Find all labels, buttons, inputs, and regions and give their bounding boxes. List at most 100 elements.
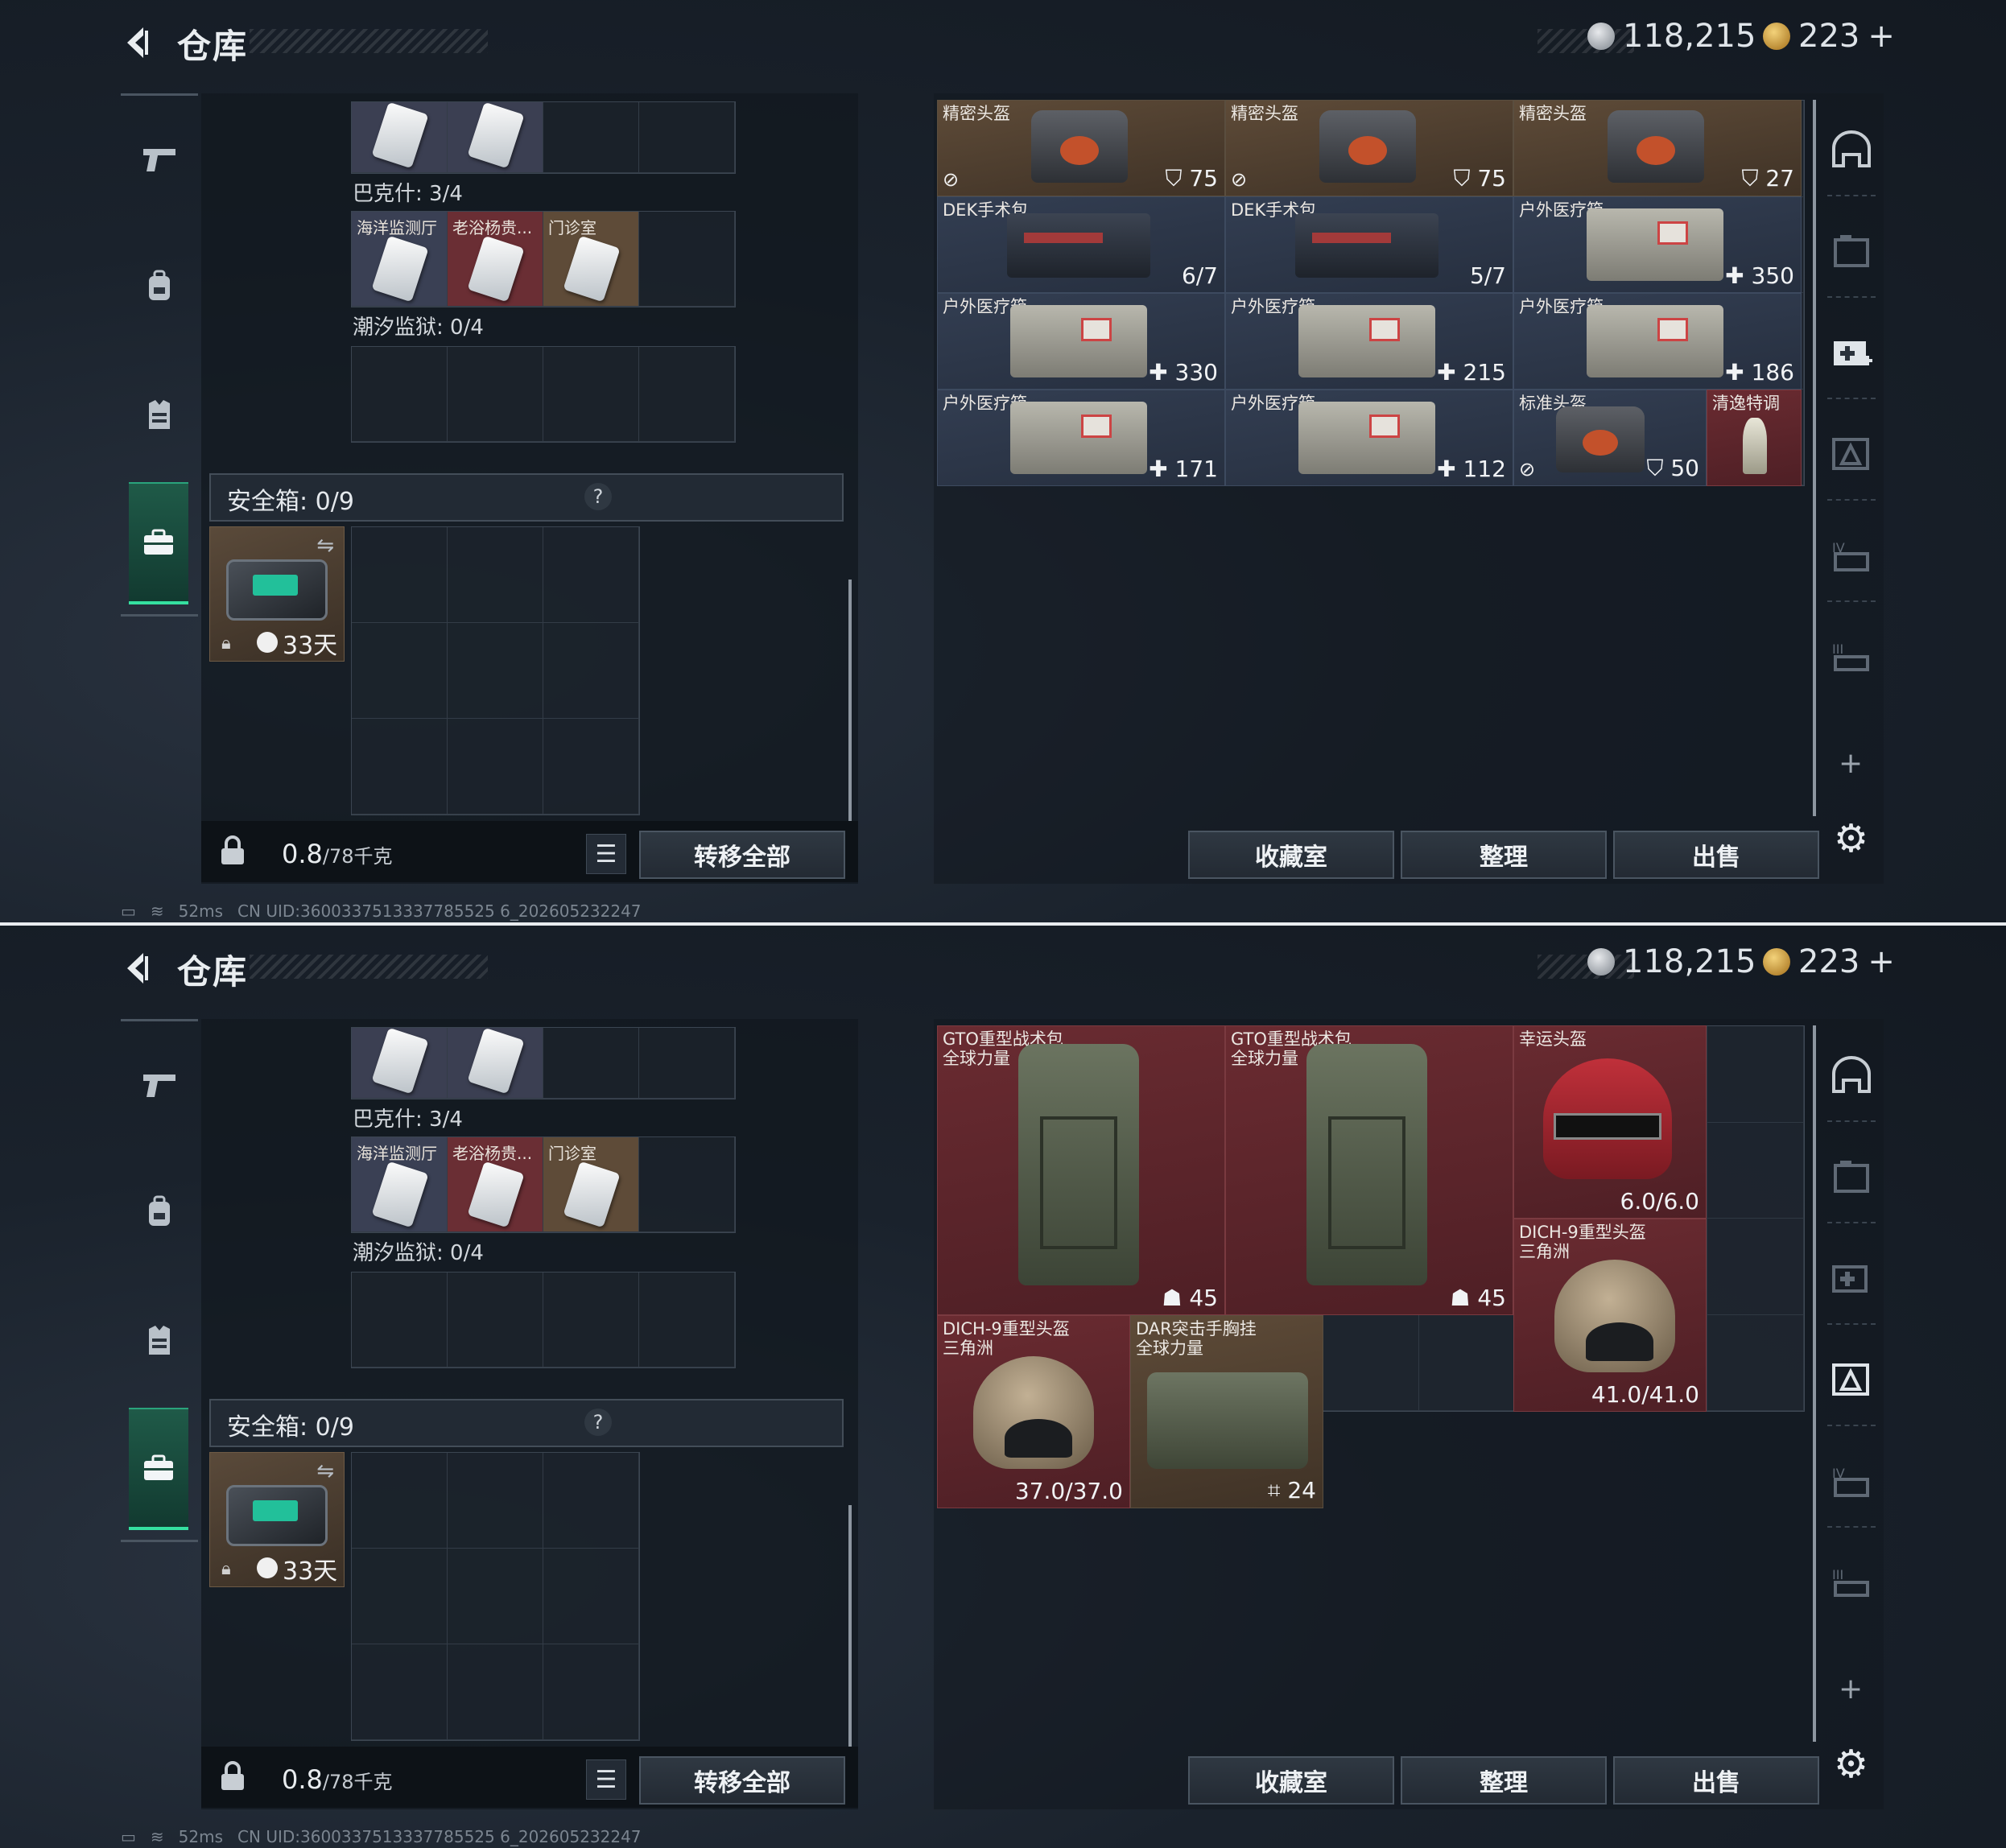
slot-medical[interactable] [1819, 1238, 1884, 1318]
nav-safebox[interactable] [129, 482, 188, 604]
slot-triangle[interactable] [1819, 414, 1884, 494]
empty-slot[interactable] [352, 1549, 448, 1644]
empty-slot[interactable] [639, 102, 735, 173]
add-gold-icon[interactable]: + [1868, 943, 1895, 980]
sell-button[interactable]: 出售 [1613, 831, 1819, 879]
nav-weapons[interactable] [121, 1046, 198, 1126]
keycard-item[interactable]: 海洋监测厅 [352, 1137, 448, 1232]
keycard-slot[interactable] [448, 101, 543, 173]
stash-cell[interactable] [1707, 1026, 1804, 1123]
empty-slot[interactable] [543, 1028, 639, 1099]
plus-icon[interactable]: + [1839, 747, 1863, 780]
empty-slot[interactable] [543, 1273, 639, 1367]
right-scrollbar[interactable] [1813, 100, 1816, 816]
sort-button[interactable]: 整理 [1401, 831, 1607, 879]
keycard-slot[interactable]: 门诊室 [543, 212, 639, 307]
gold-currency[interactable]: 223 + [1763, 18, 1895, 55]
slot-triangle[interactable] [1819, 1339, 1884, 1420]
nav-vest[interactable] [121, 1300, 198, 1380]
nav-weapons[interactable] [121, 120, 198, 200]
inventory-item-backpack[interactable]: GTO重型战术包 全球力量 ☗ 45 [937, 1025, 1225, 1315]
keycard-item[interactable]: 海洋监测厅 [352, 212, 448, 307]
empty-slot[interactable] [352, 1453, 448, 1549]
list-icon[interactable]: ☰ [586, 834, 626, 874]
back-arrow-icon[interactable] [119, 23, 159, 63]
gear-icon[interactable]: ⚙ [1834, 816, 1868, 861]
inventory-item-helmet[interactable]: 精密头盔 ⊘ ⛉ 75 [937, 100, 1225, 196]
inventory-item-helmet[interactable]: 精密头盔 ⛉ 27 [1513, 100, 1802, 196]
keycard-slot[interactable]: 老浴杨贵... [448, 212, 543, 307]
inventory-item-medbox[interactable]: 户外医疗箱 ✚ 186 [1513, 293, 1802, 390]
empty-slot[interactable] [352, 1644, 448, 1740]
slot-iv[interactable]: IV [1819, 515, 1884, 596]
stash-cell[interactable] [1707, 1314, 1804, 1411]
stash-cell[interactable] [1418, 1314, 1515, 1411]
empty-slot[interactable] [639, 1028, 735, 1099]
inventory-item-helmet[interactable]: 标准头盔 ⊘ ⛉ 50 [1513, 390, 1707, 486]
collection-room-button[interactable]: 收藏室 [1188, 831, 1394, 879]
nav-vest[interactable] [121, 374, 198, 455]
empty-slot[interactable] [543, 1549, 639, 1644]
inventory-item-medbox[interactable]: 户外医疗箱 ✚ 215 [1225, 293, 1513, 390]
keycard-item[interactable]: 老浴杨贵... [448, 1137, 543, 1232]
help-icon[interactable]: ? [584, 1409, 612, 1436]
empty-slot[interactable] [448, 1453, 543, 1549]
nav-backpack[interactable] [121, 1171, 198, 1252]
empty-slot[interactable] [352, 719, 448, 815]
help-icon[interactable]: ? [584, 483, 612, 510]
empty-slot[interactable] [352, 347, 448, 442]
list-icon[interactable]: ☰ [586, 1759, 626, 1800]
keycard-item[interactable] [352, 1027, 448, 1099]
inventory-item-chest-rig[interactable]: DAR突击手胸挂 全球力量 ⌗ 24 [1130, 1315, 1323, 1508]
inventory-item-helmet[interactable]: DICH-9重型头盔 三角洲 41.0/41.0 [1513, 1219, 1707, 1412]
slot-medical[interactable] [1819, 312, 1884, 393]
keycard-slot[interactable] [352, 101, 448, 173]
inventory-item-helmet[interactable]: 精密头盔 ⊘ ⛉ 75 [1225, 100, 1513, 196]
inventory-item-medkit[interactable]: DEK手术包 5/7 [1225, 196, 1513, 293]
transfer-all-button[interactable]: 转移全部 [639, 1756, 845, 1805]
inventory-item-medbox[interactable]: 户外医疗箱 ✚ 171 [937, 390, 1225, 486]
keycard-slot[interactable]: 老浴杨贵... [448, 1137, 543, 1232]
keycard-slot[interactable]: 海洋监测厅 [352, 1137, 448, 1232]
keycard-slot[interactable]: 门诊室 [543, 1137, 639, 1232]
inventory-item-helmet[interactable]: 幸运头盔 6.0/6.0 [1513, 1025, 1707, 1219]
empty-slot[interactable] [352, 527, 448, 623]
left-scrollbar[interactable] [848, 580, 852, 821]
empty-slot[interactable] [639, 347, 735, 442]
empty-slot[interactable] [448, 623, 543, 719]
back-arrow-icon[interactable] [119, 948, 159, 988]
left-scrollbar[interactable] [848, 1505, 852, 1747]
empty-slot[interactable] [543, 719, 639, 815]
keycard-item[interactable]: 门诊室 [543, 212, 639, 307]
inventory-item-helmet[interactable]: DICH-9重型头盔 三角洲 37.0/37.0 [937, 1315, 1130, 1508]
slot-iv[interactable]: IV [1819, 1441, 1884, 1521]
nav-safebox[interactable] [129, 1408, 188, 1530]
empty-slot[interactable] [639, 1137, 735, 1232]
keycard-item[interactable] [352, 101, 448, 173]
keycard-item[interactable] [448, 1027, 543, 1099]
inventory-item-medbox[interactable]: 户外医疗箱 ✚ 330 [937, 293, 1225, 390]
keycard-slot[interactable] [448, 1027, 543, 1099]
empty-slot[interactable] [448, 347, 543, 442]
slot-helmet[interactable] [1819, 1035, 1884, 1116]
inventory-item-medbox[interactable]: 户外医疗箱 ✚ 350 [1513, 196, 1802, 293]
keycard-slot[interactable]: 海洋监测厅 [352, 212, 448, 307]
empty-slot[interactable] [639, 1273, 735, 1367]
empty-slot[interactable] [543, 1453, 639, 1549]
gear-icon[interactable]: ⚙ [1834, 1742, 1868, 1787]
right-scrollbar[interactable] [1813, 1025, 1816, 1742]
slot-iii[interactable]: III [1819, 1542, 1884, 1623]
slot-armor[interactable] [1819, 1136, 1884, 1217]
safebox-item[interactable]: ⇋ 🔒︎ 33天 [209, 526, 345, 662]
empty-slot[interactable] [448, 1644, 543, 1740]
add-gold-icon[interactable]: + [1868, 18, 1895, 55]
keycard-item[interactable]: 门诊室 [543, 1137, 639, 1232]
slot-helmet[interactable] [1819, 109, 1884, 190]
inventory-item-backpack[interactable]: GTO重型战术包 全球力量 ☗ 45 [1225, 1025, 1513, 1315]
gold-currency[interactable]: 223 + [1763, 943, 1895, 980]
empty-slot[interactable] [448, 1273, 543, 1367]
keycard-item[interactable]: 老浴杨贵... [448, 212, 543, 307]
nav-backpack[interactable] [121, 245, 198, 326]
empty-slot[interactable] [352, 1273, 448, 1367]
sort-button[interactable]: 整理 [1401, 1756, 1607, 1805]
